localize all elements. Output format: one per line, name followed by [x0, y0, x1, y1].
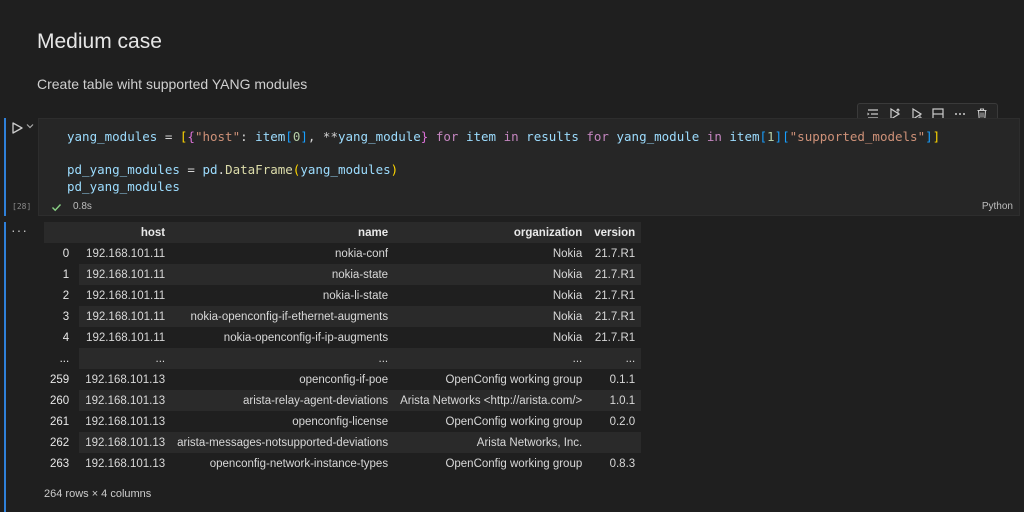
run-cell-icon[interactable] — [10, 121, 24, 135]
column-header: host — [79, 222, 172, 243]
table-cell: 0.1.1 — [588, 369, 642, 390]
execution-count: [28] — [12, 202, 32, 211]
code-block: yang_modules = [{"host": item[0], **yang… — [67, 129, 940, 195]
table-cell: 21.7.R1 — [588, 285, 642, 306]
table-cell: Nokia — [394, 327, 589, 348]
table-cell — [588, 432, 642, 453]
markdown-text: Create table wiht supported YANG modules — [37, 76, 308, 92]
row-index: ... — [59, 352, 70, 365]
table-cell: nokia-openconfig-if-ethernet-augments — [171, 306, 395, 327]
dataframe-shape: 264 rows × 4 columns — [44, 488, 152, 500]
markdown-heading: Medium case — [37, 30, 162, 53]
table-cell: nokia-openconfig-if-ip-augments — [171, 327, 395, 348]
table-row: 262 192.168.101.13 arista-messages-notsupp… — [44, 432, 642, 453]
table-cell: nokia-state — [171, 264, 395, 285]
chevron-down-icon[interactable] — [25, 121, 35, 131]
dataframe-table: host name organization version 0 192.168.101… — [44, 222, 642, 474]
table-cell: 0.2.0 — [588, 411, 642, 432]
table-cell: Arista Networks <http://arista.com/> — [394, 390, 589, 411]
output-focus-bar — [4, 222, 6, 512]
table-cell: 21.7.R1 — [588, 327, 642, 348]
kernel-language-label[interactable]: Python — [982, 201, 1013, 212]
column-header: version — [588, 222, 642, 243]
table-cell: arista-relay-agent-deviations — [171, 390, 395, 411]
table-cell: 1.0.1 — [588, 390, 642, 411]
table-cell: ... — [588, 348, 642, 369]
table-cell: ... — [79, 348, 172, 369]
table-cell: Nokia — [394, 264, 589, 285]
table-row: 260 192.168.101.13 arista-relay-agent-devi… — [44, 390, 642, 411]
output-more-icon[interactable]: ··· — [11, 222, 28, 238]
table-cell: OpenConfig working group — [394, 453, 589, 474]
row-index: 3 — [62, 310, 70, 323]
table-row: 3 192.168.101.11 nokia-openconfig-if-ether… — [44, 306, 642, 327]
row-index: 262 — [50, 436, 70, 449]
table-cell: Arista Networks, Inc. — [394, 432, 589, 453]
table-cell: 192.168.101.13 — [79, 411, 172, 432]
table-cell: 192.168.101.11 — [79, 327, 172, 348]
table-cell: 0.8.3 — [588, 453, 642, 474]
table-cell: OpenConfig working group — [394, 411, 589, 432]
code-line-2: pd_yang_modules = pd.DataFrame(yang_modu… — [67, 162, 399, 177]
table-cell: openconfig-network-instance-types — [171, 453, 395, 474]
row-index: 263 — [50, 457, 70, 470]
table-row: 259 192.168.101.13 openconfig-if-poe OpenCo… — [44, 369, 642, 390]
success-check-icon — [52, 204, 62, 212]
table-header-row: host name organization version — [44, 222, 642, 243]
table-cell: ... — [394, 348, 589, 369]
column-header: organization — [394, 222, 589, 243]
table-cell: ... — [171, 348, 395, 369]
table-cell: 192.168.101.11 — [79, 243, 172, 264]
table-cell: nokia-conf — [171, 243, 395, 264]
table-cell: 192.168.101.11 — [79, 285, 172, 306]
table-row: ............... — [44, 348, 642, 369]
table-cell: 192.168.101.13 — [79, 390, 172, 411]
table-row: 2 192.168.101.11 nokia-li-state Nokia 21.7.R… — [44, 285, 642, 306]
code-line-3: pd_yang_modules — [67, 178, 180, 194]
row-index: 260 — [50, 394, 70, 407]
table-cell: openconfig-if-poe — [171, 369, 395, 390]
table-cell: Nokia — [394, 285, 589, 306]
table-row: 261 192.168.101.13 openconfig-license OpenC… — [44, 411, 642, 432]
table-cell: nokia-li-state — [171, 285, 395, 306]
row-index: 4 — [62, 331, 70, 344]
cell-focus-bar — [4, 118, 6, 216]
table-cell: 21.7.R1 — [588, 306, 642, 327]
table-row: 0 192.168.101.11 nokia-conf Nokia 21.7.R1 — [44, 243, 642, 264]
code-line-1: yang_modules = [{"host": item[0], **yang… — [67, 129, 941, 144]
table-cell: 192.168.101.13 — [79, 432, 172, 453]
code-editor[interactable]: yang_modules = [{"host": item[0], **yang… — [38, 118, 1020, 216]
row-index: 2 — [62, 289, 70, 302]
table-cell: 192.168.101.13 — [79, 369, 172, 390]
row-index: 1 — [62, 268, 70, 281]
table-cell: 21.7.R1 — [588, 264, 642, 285]
table-row: 1 192.168.101.11 nokia-state Nokia 21.7.R1 — [44, 264, 642, 285]
index-header — [44, 222, 80, 243]
table-cell: 192.168.101.13 — [79, 453, 172, 474]
table-cell: Nokia — [394, 306, 589, 327]
table-cell: arista-messages-notsupported-deviations — [171, 432, 395, 453]
table-cell: Nokia — [394, 243, 589, 264]
table-cell: OpenConfig working group — [394, 369, 589, 390]
row-index: 0 — [62, 247, 70, 260]
table-cell: 21.7.R1 — [588, 243, 642, 264]
table-row: 4 192.168.101.11 nokia-openconfig-if-ip-au… — [44, 327, 642, 348]
row-index: 261 — [50, 415, 70, 428]
table-row: 263 192.168.101.13 openconfig-network-inst… — [44, 453, 642, 474]
execution-time: 0.8s — [73, 201, 92, 212]
table-cell: openconfig-license — [171, 411, 395, 432]
row-index: 259 — [50, 373, 70, 386]
table-cell: 192.168.101.11 — [79, 306, 172, 327]
column-header: name — [171, 222, 395, 243]
table-cell: 192.168.101.11 — [79, 264, 172, 285]
